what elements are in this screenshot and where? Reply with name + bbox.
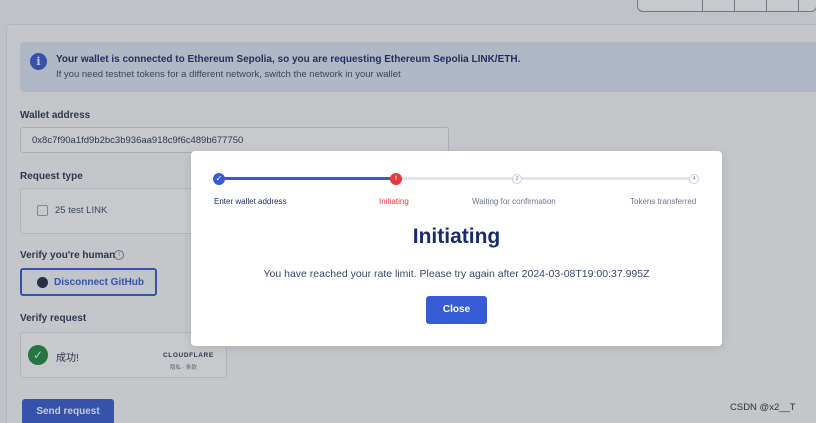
- modal-message: You have reached your rate limit. Please…: [263, 268, 650, 280]
- progress-track-remaining: [396, 177, 695, 180]
- close-button[interactable]: Close: [426, 296, 487, 324]
- step-label-4: Tokens transferred: [630, 197, 697, 206]
- watermark: CSDN @x2__T: [730, 402, 796, 413]
- step-label-2: Initiating: [379, 197, 409, 206]
- step-2-error-icon: !: [390, 173, 402, 185]
- step-1-check-icon: ✓: [213, 173, 225, 185]
- step-3-marker: 3: [512, 174, 522, 184]
- step-label-1: Enter wallet address: [214, 197, 287, 206]
- step-4-marker: 4: [689, 174, 699, 184]
- modal-title: Initiating: [412, 225, 501, 248]
- progress-track-done: [219, 177, 396, 180]
- step-label-3: Waiting for confirmation: [472, 197, 556, 206]
